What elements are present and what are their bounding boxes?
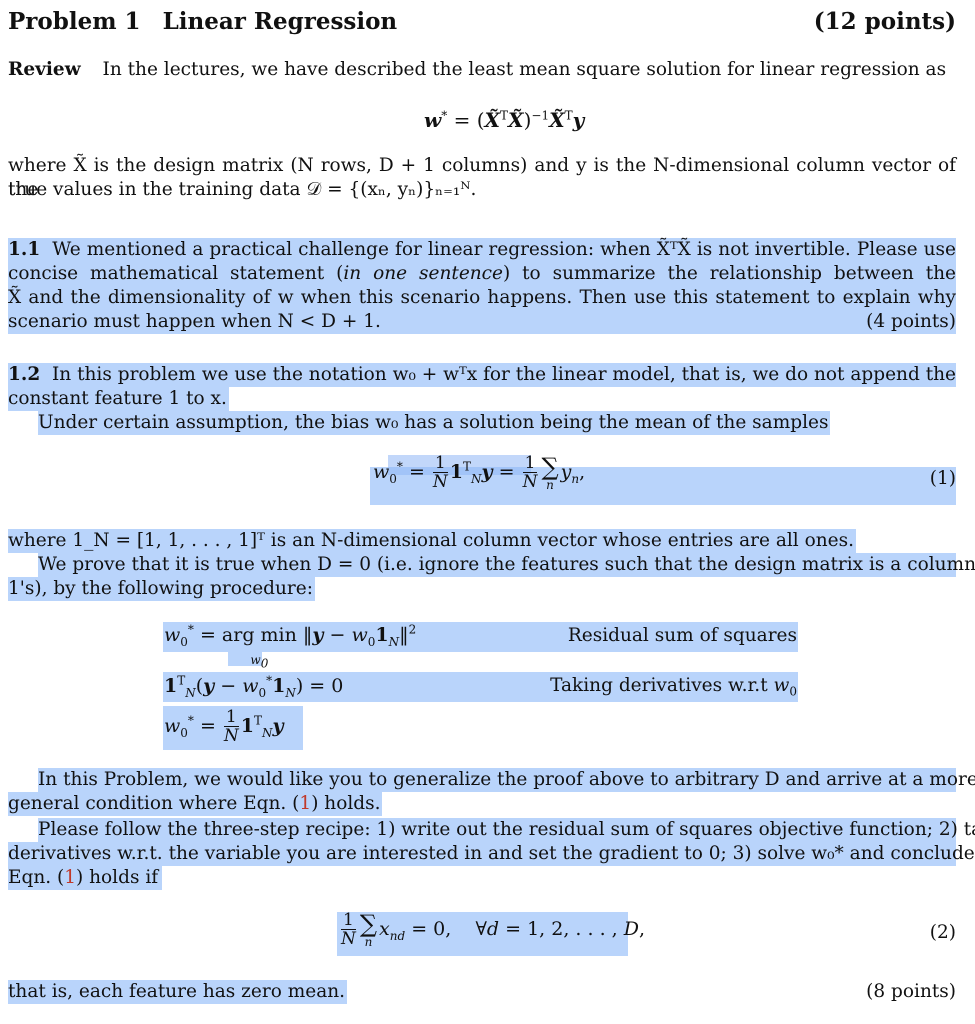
proof-step-3-math: w0* = 1 N 1TNy	[164, 707, 284, 746]
problem-label: Problem 1	[8, 8, 141, 35]
review-intro: In the lectures, we have described the l…	[102, 59, 947, 80]
proof-step-1-math: w0* = arg min w0 ‖y − w01N‖2	[164, 622, 417, 671]
review-paragraph: Review In the lectures, we have describe…	[8, 58, 956, 82]
review-where-line2: true values in the training data 𝒟 = {(x…	[8, 179, 477, 200]
review-label: Review	[8, 59, 81, 80]
q12-where-line: where 1_N = [1, 1, . . . , 1]ᵀ is an N-d…	[8, 529, 856, 553]
q11-line3: X̃ and the dimensionality of w when this…	[8, 286, 956, 332]
q11-number: 1.1	[8, 239, 41, 260]
q12-recipe-line2: derivatives w.r.t. the variable you are …	[8, 842, 975, 866]
q11-points: (4 points)	[866, 311, 956, 332]
proof-step-2-math: 1TN(y − w0*1N) = 0	[164, 673, 344, 700]
eq1-number: (1)	[929, 468, 956, 489]
q12-gen-line1: In this Problem, we would like you to ge…	[38, 768, 975, 792]
q12-points: (8 points)	[866, 981, 956, 1002]
eq2: 1 N ∑ n xnd = 0, ∀d = 1, 2, . . . , D,	[341, 910, 646, 949]
review-where-line1: where X̃ is the design matrix (N rows, D…	[8, 155, 956, 200]
q11-line4: scenario must happen when N < D + 1. (4 …	[8, 310, 956, 334]
eq2-number: (2)	[929, 922, 956, 943]
q12-recipe-line3: Eqn. (1) holds if	[8, 866, 163, 890]
q11-line2: concise mathematical statement (in one s…	[8, 262, 957, 308]
q12-recipe-line1: Please follow the three-step recipe: 1) …	[38, 818, 975, 842]
q11-line1: 1.1 We mentioned a practical challenge f…	[8, 238, 957, 284]
q12-closing: that is, each feature has zero mean.	[8, 980, 348, 1004]
problem-points: (12 points)	[813, 8, 956, 35]
eqref-link[interactable]: 1	[64, 867, 76, 888]
proof-step-2-note: Taking derivatives w.r.t w0	[550, 675, 797, 699]
q12-line3: Under certain assumption, the bias w₀ ha…	[38, 411, 831, 435]
proof-step-1-note: Residual sum of squares	[567, 625, 797, 646]
q12-line2: constant feature 1 to x.	[8, 387, 229, 411]
lms-equation: w* = (X̃TX̃)−1X̃Ty	[424, 108, 585, 132]
q12-prove-line1: We prove that it is true when D = 0 (i.e…	[38, 553, 975, 577]
eq1: w0* = 1 N 1TNy = 1 N ∑ n yn,	[373, 453, 586, 492]
q12-line1: 1.2 In this problem we use the notation …	[8, 363, 956, 387]
eqref-link[interactable]: 1	[299, 793, 311, 814]
q12-gen-line2: general condition where Eqn. (1) holds.	[8, 792, 383, 816]
problem-title: Linear Regression	[162, 8, 398, 35]
q12-number: 1.2	[8, 364, 41, 385]
q12-prove-line2: 1's), by the following procedure:	[8, 577, 315, 601]
problem-heading: Problem 1 Linear Regression	[8, 8, 397, 35]
